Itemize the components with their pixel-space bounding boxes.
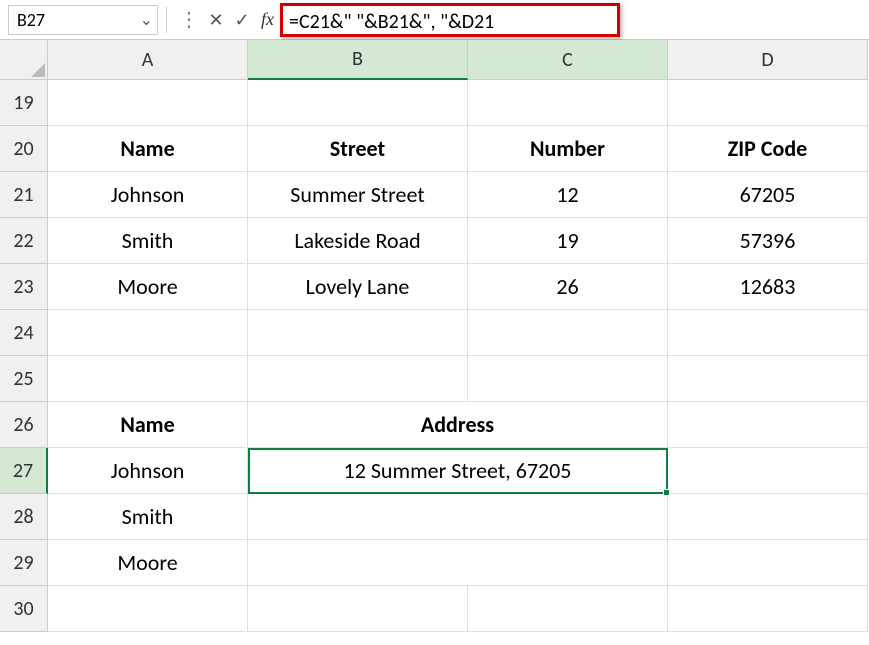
check-icon[interactable]: ✓ [229,7,255,33]
cell-grid: Name Street Number ZIP Code Johnson Summ… [48,80,868,632]
col-header-a[interactable]: A [48,40,248,80]
cell-A23[interactable]: Moore [48,264,248,310]
cell-A24[interactable] [48,310,248,356]
chevron-down-icon[interactable]: ⌄ [140,10,153,30]
cell-D27[interactable] [668,448,868,494]
row-header-19[interactable]: 19 [0,80,48,126]
cell-A29[interactable]: Moore [48,540,248,586]
cell-A30[interactable] [48,586,248,632]
cell-B19[interactable] [248,80,468,126]
row-header-25[interactable]: 25 [0,356,48,402]
cell-D20[interactable]: ZIP Code [668,126,868,172]
cell-D26[interactable] [668,402,868,448]
cell-B20[interactable]: Street [248,126,468,172]
cell-B21[interactable]: Summer Street [248,172,468,218]
row-header-22[interactable]: 22 [0,218,48,264]
cell-D22[interactable]: 57396 [668,218,868,264]
cell-B24[interactable] [248,310,468,356]
col-header-d[interactable]: D [668,40,868,80]
row-header-24[interactable]: 24 [0,310,48,356]
cell-B25[interactable] [248,356,468,402]
cell-B26-merged[interactable]: Address [248,402,668,448]
formula-bar: B27 ⌄ ⋮ ✕ ✓ fx =C21&" "&B21&", "&D21 [0,0,869,40]
cell-B30[interactable] [248,586,468,632]
cell-A26[interactable]: Name [48,402,248,448]
cell-C23[interactable]: 26 [468,264,668,310]
cell-A22[interactable]: Smith [48,218,248,264]
cell-D30[interactable] [668,586,868,632]
cell-D29[interactable] [668,540,868,586]
cell-C22[interactable]: 19 [468,218,668,264]
row-header-30[interactable]: 30 [0,586,48,632]
spreadsheet: 19 20 21 22 23 24 25 26 27 28 29 30 A B … [0,40,869,645]
cell-A28[interactable]: Smith [48,494,248,540]
row-header-21[interactable]: 21 [0,172,48,218]
row-header-23[interactable]: 23 [0,264,48,310]
cell-D21[interactable]: 67205 [668,172,868,218]
cell-D23[interactable]: 12683 [668,264,868,310]
select-all-corner[interactable] [0,40,48,80]
name-box-value: B27 [17,9,45,31]
fx-icon[interactable]: fx [261,9,274,30]
cell-B22[interactable]: Lakeside Road [248,218,468,264]
row-header-29[interactable]: 29 [0,540,48,586]
separator [166,7,167,33]
cell-D25[interactable] [668,356,868,402]
row-header-28[interactable]: 28 [0,494,48,540]
cell-A20[interactable]: Name [48,126,248,172]
cell-B23[interactable]: Lovely Lane [248,264,468,310]
cell-B29-merged[interactable] [248,540,668,586]
cell-A27[interactable]: Johnson [48,448,248,494]
row-headers: 19 20 21 22 23 24 25 26 27 28 29 30 [0,80,48,632]
name-box[interactable]: B27 ⌄ [8,5,158,35]
row-header-27[interactable]: 27 [0,448,48,494]
cell-A19[interactable] [48,80,248,126]
colon-icon: ⋮ [179,7,199,32]
cell-C30[interactable] [468,586,668,632]
cell-C20[interactable]: Number [468,126,668,172]
col-header-b[interactable]: B [248,40,468,80]
cell-A25[interactable] [48,356,248,402]
cell-C24[interactable] [468,310,668,356]
cancel-icon[interactable]: ✕ [203,7,229,33]
cell-B27-merged[interactable]: 12 Summer Street, 67205 [248,448,668,494]
formula-input[interactable]: =C21&" "&B21&", "&D21 [280,3,620,37]
cell-C21[interactable]: 12 [468,172,668,218]
cell-D19[interactable] [668,80,868,126]
cell-D28[interactable] [668,494,868,540]
cell-A21[interactable]: Johnson [48,172,248,218]
row-header-26[interactable]: 26 [0,402,48,448]
cell-B28-merged[interactable] [248,494,668,540]
cell-D24[interactable] [668,310,868,356]
row-header-20[interactable]: 20 [0,126,48,172]
column-headers: A B C D [48,40,868,80]
col-header-c[interactable]: C [468,40,668,80]
cell-C19[interactable] [468,80,668,126]
cell-C25[interactable] [468,356,668,402]
